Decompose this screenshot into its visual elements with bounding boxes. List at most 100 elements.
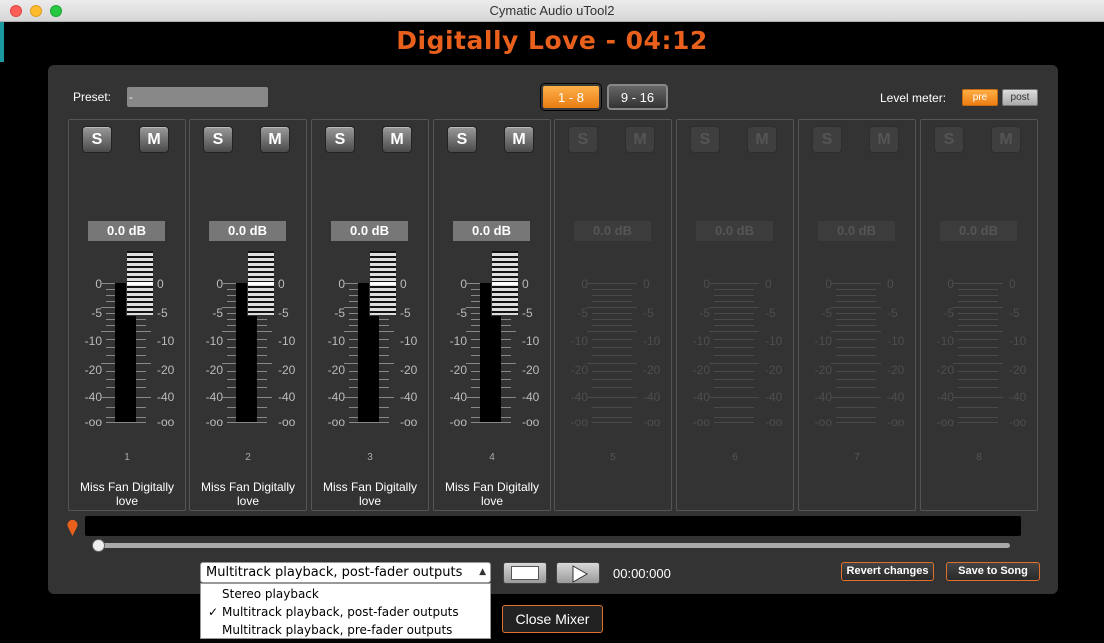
- channel-strip: S M 0.0 dB 0 0 -5 -5 -10 -10 -20 -20 -40 -40 -oo -oo 5: [554, 119, 672, 511]
- level-meter-pre-button[interactable]: pre: [962, 89, 998, 106]
- scale-label: -5: [456, 306, 467, 320]
- tick-mark: [587, 363, 637, 364]
- scale-ticks: [953, 283, 1003, 423]
- position-slider-knob[interactable]: [92, 539, 105, 552]
- tick-mark: [836, 339, 876, 340]
- scale-label: 0: [1009, 277, 1016, 291]
- scale-label: -40: [692, 390, 710, 404]
- solo-button[interactable]: S: [812, 126, 842, 153]
- option-multitrack-pre-fader[interactable]: Multitrack playback, pre-fader outputs: [201, 621, 490, 639]
- scale-label: 0: [95, 277, 102, 291]
- scale-label: -10: [814, 334, 832, 348]
- scale-label: -5: [699, 306, 710, 320]
- mute-button[interactable]: M: [382, 126, 412, 153]
- tick-mark: [836, 417, 876, 418]
- scale-label: -40: [522, 390, 540, 404]
- fader-center-line: [370, 282, 396, 285]
- scale-label: 0: [703, 277, 710, 291]
- mute-button[interactable]: M: [625, 126, 655, 153]
- scale-label: -20: [84, 363, 102, 377]
- tick-mark: [714, 301, 754, 302]
- solo-button[interactable]: S: [568, 126, 598, 153]
- close-window-button[interactable]: [10, 5, 22, 17]
- solo-button[interactable]: S: [203, 126, 233, 153]
- position-slider-track[interactable]: [95, 543, 1010, 548]
- bank-1-8-button[interactable]: 1 - 8: [541, 84, 601, 110]
- solo-button[interactable]: S: [690, 126, 720, 153]
- volume-fader[interactable]: [247, 250, 275, 316]
- tick-mark: [106, 422, 146, 423]
- preset-field[interactable]: -: [127, 87, 268, 107]
- tick-mark: [714, 422, 754, 423]
- level-meter-post-button[interactable]: post: [1002, 89, 1038, 106]
- scale-label: -10: [765, 334, 783, 348]
- solo-button[interactable]: S: [325, 126, 355, 153]
- play-button[interactable]: [556, 562, 600, 584]
- scale-label: -oo: [205, 415, 223, 429]
- maximize-window-button[interactable]: [50, 5, 62, 17]
- volume-fader[interactable]: [491, 250, 519, 316]
- channel-name: Miss Fan Digitally love: [444, 480, 540, 508]
- option-label: Multitrack playback, post-fader outputs: [222, 605, 459, 619]
- mute-button[interactable]: M: [260, 126, 290, 153]
- tick-mark: [836, 289, 876, 290]
- tick-mark: [836, 422, 876, 423]
- tick-mark: [958, 417, 998, 418]
- tick-mark: [836, 313, 876, 314]
- tick-mark: [349, 422, 389, 423]
- tick-mark: [592, 379, 632, 380]
- tick-mark: [836, 295, 876, 296]
- scale-label: -5: [1009, 306, 1020, 320]
- save-to-song-button[interactable]: Save to Song: [946, 562, 1040, 581]
- scale-label: -10: [1009, 334, 1027, 348]
- scale-label: -20: [157, 363, 175, 377]
- tick-mark: [592, 295, 632, 296]
- scale-label: -10: [157, 334, 175, 348]
- tick-mark: [831, 283, 881, 284]
- scale-label: -40: [765, 390, 783, 404]
- tick-mark: [714, 319, 754, 320]
- scale-ticks: [587, 283, 637, 423]
- tick-mark: [592, 301, 632, 302]
- volume-fader[interactable]: [369, 250, 397, 316]
- mute-button[interactable]: M: [991, 126, 1021, 153]
- position-marker-icon[interactable]: [67, 520, 78, 536]
- tick-mark: [592, 407, 632, 408]
- mute-button[interactable]: M: [139, 126, 169, 153]
- mute-button[interactable]: M: [869, 126, 899, 153]
- bank-9-16-button[interactable]: 9 - 16: [607, 84, 668, 110]
- minimize-window-button[interactable]: [30, 5, 42, 17]
- tick-mark: [592, 355, 632, 356]
- channel-number: 7: [854, 452, 860, 463]
- channel-strip: S M 0.0 dB 0 0 -5 -5 -10 -10 -20 -20 -40 -40 -oo -oo 1 M…: [68, 119, 186, 511]
- solo-button[interactable]: S: [447, 126, 477, 153]
- tick-mark: [958, 289, 998, 290]
- playback-mode-value: Multitrack playback, post-fader outputs: [206, 565, 463, 580]
- revert-changes-button[interactable]: Revert changes: [841, 562, 934, 581]
- scale-label: -10: [936, 334, 954, 348]
- playback-mode-select[interactable]: Multitrack playback, post-fader outputs …: [200, 562, 491, 596]
- mute-button[interactable]: M: [504, 126, 534, 153]
- tick-mark: [836, 347, 876, 348]
- tick-mark: [592, 347, 632, 348]
- scale-label: -oo: [522, 415, 540, 429]
- scale-label: 0: [825, 277, 832, 291]
- close-mixer-button[interactable]: Close Mixer: [502, 605, 603, 633]
- volume-fader[interactable]: [126, 250, 154, 316]
- stop-button[interactable]: [503, 562, 547, 584]
- scale-label: -20: [765, 363, 783, 377]
- option-multitrack-post-fader[interactable]: ✓ Multitrack playback, post-fader output…: [201, 603, 490, 621]
- solo-button[interactable]: S: [82, 126, 112, 153]
- tick-mark: [592, 422, 632, 423]
- scale-label: -5: [212, 306, 223, 320]
- solo-button[interactable]: S: [934, 126, 964, 153]
- scale-label: -5: [334, 306, 345, 320]
- option-stereo-playback[interactable]: Stereo playback: [201, 585, 490, 603]
- tick-mark: [587, 397, 637, 398]
- mute-button[interactable]: M: [747, 126, 777, 153]
- channel-number: 5: [610, 452, 616, 463]
- scale-label: -20: [327, 363, 345, 377]
- song-timeline[interactable]: [85, 516, 1021, 536]
- scale-label: -20: [814, 363, 832, 377]
- scale-label: -5: [821, 306, 832, 320]
